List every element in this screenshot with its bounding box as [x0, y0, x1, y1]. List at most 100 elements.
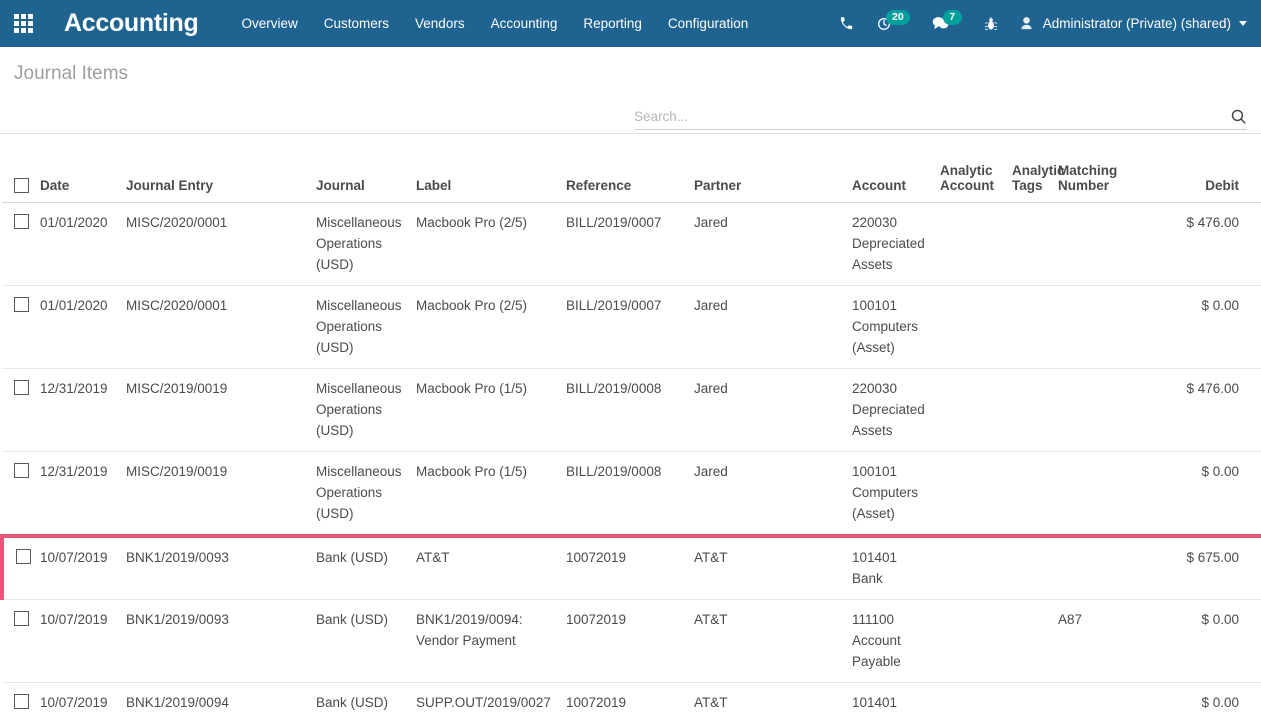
cell-journal-entry: MISC/2020/0001 [120, 285, 310, 369]
cell-account: 220030 Depreciated Assets [846, 368, 934, 452]
table-body: 01/01/2020 MISC/2020/0001 Miscellaneous Op… [0, 202, 1261, 715]
column-header-matching-number[interactable]: Matching Number [1052, 134, 1155, 203]
chevron-down-icon [1239, 21, 1247, 26]
cell-reference: BILL/2019/0007 [560, 202, 688, 286]
search-icon[interactable] [1230, 108, 1247, 125]
table-row[interactable]: 12/31/2019 MISC/2019/0019 Miscellaneous Op… [2, 368, 1261, 452]
menu-item-accounting[interactable]: Accounting [478, 0, 571, 47]
column-header-account[interactable]: Account [846, 134, 934, 203]
table-header-row: Date Journal Entry Journal Label Referen… [2, 134, 1261, 203]
column-header-label[interactable]: Label [410, 134, 560, 203]
journal-items-table: Date Journal Entry Journal Label Referen… [0, 134, 1261, 715]
cell-edge [1245, 285, 1261, 369]
cell-debit: $ 675.00 [1155, 533, 1245, 600]
user-name-label: Administrator (Private) (shared) [1042, 16, 1231, 31]
column-header-debit[interactable]: Debit [1155, 134, 1245, 203]
column-header-reference[interactable]: Reference [560, 134, 688, 203]
column-header-journal[interactable]: Journal [310, 134, 410, 203]
apps-menu-button[interactable] [0, 0, 46, 47]
cell-reference: BILL/2019/0008 [560, 368, 688, 452]
column-header-analytic-account[interactable]: Analytic Account [934, 134, 1006, 203]
cell-date: 12/31/2019 [34, 368, 120, 452]
search-input[interactable] [634, 108, 1224, 124]
menu-item-configuration[interactable]: Configuration [655, 0, 761, 47]
cell-date: 10/07/2019 [34, 533, 120, 600]
cell-date: 01/01/2020 [34, 202, 120, 286]
row-select-cell [2, 451, 34, 536]
cell-analytic-account [934, 451, 1006, 536]
cell-journal-entry: MISC/2019/0019 [120, 368, 310, 452]
row-checkbox[interactable] [14, 693, 29, 709]
table-row[interactable]: 01/01/2020 MISC/2020/0001 Miscellaneous Op… [2, 285, 1261, 369]
cell-analytic-tags [1006, 533, 1052, 600]
row-select-cell [2, 599, 34, 683]
table-row[interactable]: 10/07/2019 BNK1/2019/0094 Bank (USD) SUPP.O… [2, 682, 1261, 715]
cell-debit: $ 0.00 [1155, 599, 1245, 683]
cell-journal: Miscellaneous Operations (USD) [310, 202, 410, 286]
column-header-analytic-tags[interactable]: Analytic Tags [1006, 134, 1065, 203]
column-header-date[interactable]: Date [34, 134, 120, 203]
cell-edge [1245, 451, 1261, 536]
column-header-journal-entry[interactable]: Journal Entry [120, 134, 310, 203]
cell-reference: 10072019 [560, 533, 688, 600]
cell-analytic-account [934, 599, 1006, 683]
cell-reference: 10072019 [560, 599, 688, 683]
menu-item-overview[interactable]: Overview [229, 0, 311, 47]
cell-date: 12/31/2019 [34, 451, 120, 536]
cell-label: Macbook Pro (2/5) [410, 202, 560, 286]
row-checkbox[interactable] [14, 462, 29, 478]
select-all-checkbox[interactable] [14, 177, 29, 193]
cell-label: SUPP.OUT/2019/0027 [410, 682, 560, 715]
cell-analytic-account [934, 368, 1006, 452]
menu-item-customers[interactable]: Customers [311, 0, 402, 47]
cell-label: AT&T [410, 533, 560, 600]
cell-journal-entry: BNK1/2019/0093 [120, 533, 310, 600]
column-header-partner[interactable]: Partner [688, 134, 846, 203]
table-row[interactable]: 01/01/2020 MISC/2020/0001 Miscellaneous Op… [2, 202, 1261, 286]
page-title: Journal Items [14, 63, 129, 84]
row-checkbox[interactable] [14, 610, 29, 626]
row-checkbox[interactable] [14, 296, 29, 312]
cell-analytic-tags [1006, 451, 1052, 536]
menu-item-vendors[interactable]: Vendors [402, 0, 478, 47]
cell-label: Macbook Pro (2/5) [410, 285, 560, 369]
cell-edge [1245, 533, 1261, 600]
cell-matching-number [1052, 202, 1155, 286]
cell-account: 101401 Bank [846, 533, 934, 600]
menu-item-reporting[interactable]: Reporting [570, 0, 655, 47]
cell-account: 100101 Computers (Asset) [846, 285, 934, 369]
cell-date: 10/07/2019 [34, 682, 120, 715]
journal-items-table-container: Date Journal Entry Journal Label Referen… [0, 134, 1261, 715]
row-checkbox[interactable] [14, 379, 29, 395]
top-navbar: Accounting Overview Customers Vendors Ac… [0, 0, 1261, 47]
cell-label: Macbook Pro (1/5) [410, 368, 560, 452]
cell-account: 220030 Depreciated Assets [846, 202, 934, 286]
bug-icon [984, 16, 997, 30]
table-row[interactable]: 10/07/2019 BNK1/2019/0093 Bank (USD) AT&T 10… [0, 533, 1261, 600]
cell-analytic-account [934, 285, 1006, 369]
cell-journal-entry: BNK1/2019/0093 [120, 599, 310, 683]
control-panel: Journal Items Filters Group By [0, 47, 1261, 170]
cell-reference: BILL/2019/0007 [560, 285, 688, 369]
row-checkbox[interactable] [14, 213, 29, 229]
user-menu-button[interactable]: Administrator (Private) (shared) [1009, 0, 1253, 47]
table-row[interactable]: 10/07/2019 BNK1/2019/0093 Bank (USD) BNK1/2… [2, 599, 1261, 683]
cell-matching-number [1052, 533, 1155, 600]
phone-icon [840, 17, 853, 30]
cell-partner: Jared [688, 202, 846, 286]
cell-partner: AT&T [688, 533, 846, 600]
phone-button[interactable] [828, 0, 865, 47]
table-row[interactable]: 12/31/2019 MISC/2019/0019 Miscellaneous Op… [2, 451, 1261, 536]
row-checkbox[interactable] [16, 548, 31, 564]
cell-reference: 10072019 [560, 682, 688, 715]
cell-account: 101401 Bank [846, 682, 934, 715]
cell-journal: Miscellaneous Operations (USD) [310, 451, 410, 536]
grid-apps-icon [13, 14, 33, 33]
activities-button[interactable]: 20 [865, 0, 921, 47]
row-select-cell [2, 682, 34, 715]
cell-partner: Jared [688, 285, 846, 369]
app-brand-title[interactable]: Accounting [64, 9, 199, 38]
debug-button[interactable] [973, 0, 1009, 47]
messages-button[interactable]: 7 [921, 0, 973, 47]
cell-analytic-account [934, 682, 1006, 715]
